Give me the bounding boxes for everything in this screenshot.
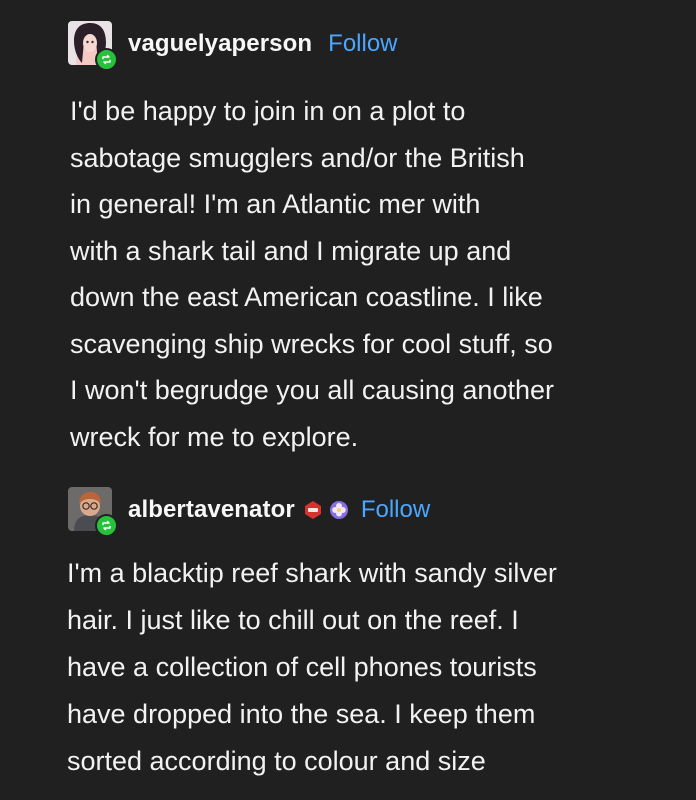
follow-button[interactable]: Follow <box>361 496 430 524</box>
red-badge-icon[interactable] <box>303 500 323 520</box>
follow-button[interactable]: Follow <box>328 30 397 58</box>
username[interactable]: vaguelyaperson <box>128 30 312 58</box>
avatar[interactable] <box>68 487 118 537</box>
reblog-icon <box>95 514 118 537</box>
post-header: vaguelyaperson Follow <box>68 18 398 71</box>
reblog-icon <box>95 48 118 71</box>
post-header: albertavenator Follow <box>68 484 430 537</box>
post-body-text: I'd be happy to join in on a plot to sab… <box>70 96 554 452</box>
avatar[interactable] <box>68 21 118 71</box>
post-body-text: I'm a blacktip reef shark with sandy sil… <box>67 558 557 776</box>
username[interactable]: albertavenator <box>128 496 295 524</box>
purple-flower-badge-icon[interactable] <box>329 500 349 520</box>
